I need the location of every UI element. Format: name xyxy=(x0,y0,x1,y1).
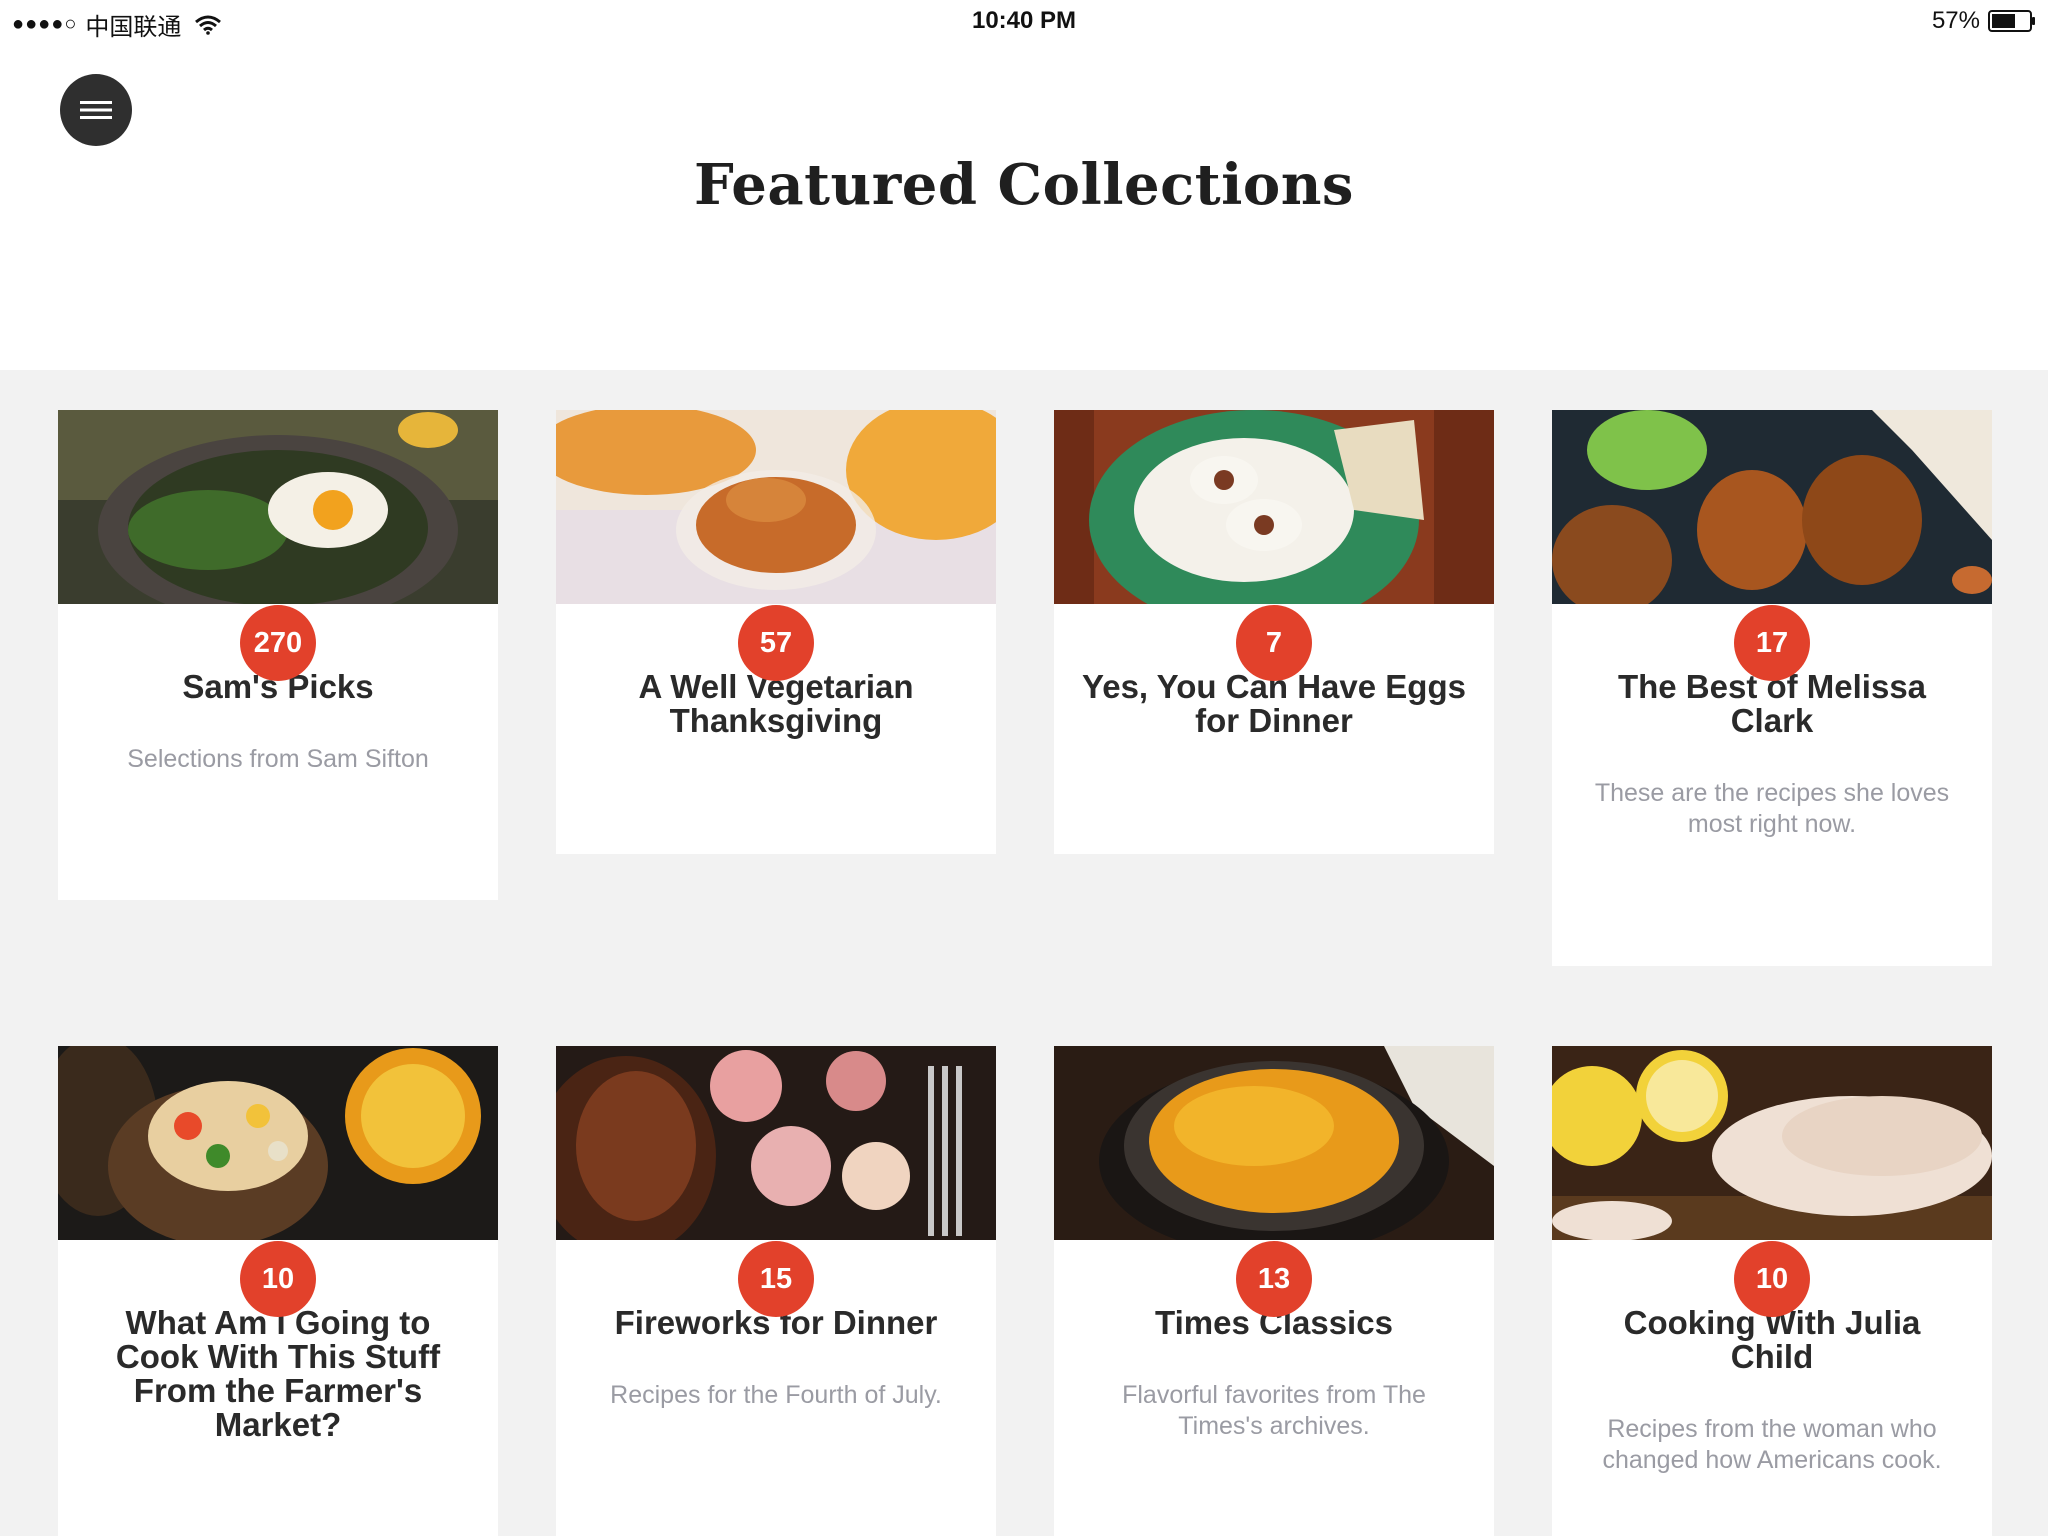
status-right: 57% xyxy=(1932,7,2036,35)
collection-card[interactable]: 15 Fireworks for Dinner Recipes for the … xyxy=(556,1046,996,1536)
hamburger-icon xyxy=(80,101,112,119)
collection-card[interactable]: 17 The Best of Melissa Clark These are t… xyxy=(1552,410,1992,966)
recipe-count-badge: 57 xyxy=(738,605,814,681)
menu-button[interactable] xyxy=(60,74,132,146)
recipe-count-badge: 10 xyxy=(1734,1241,1810,1317)
collection-card[interactable]: 10 Cooking With Julia Child Recipes from… xyxy=(1552,1046,1992,1536)
battery-percentage: 57% xyxy=(1931,7,1980,34)
collection-subtitle: Selections from Sam Sifton xyxy=(127,745,429,773)
collection-image xyxy=(1552,1046,1992,1240)
collection-image xyxy=(1552,410,1992,604)
collection-subtitle: Flavorful favorites from The Times's arc… xyxy=(1122,1381,1426,1440)
collection-card[interactable]: 7 Yes, You Can Have Eggs for Dinner xyxy=(1054,410,1494,854)
collection-card[interactable]: 13 Times Classics Flavorful favorites fr… xyxy=(1054,1046,1494,1536)
status-time: 10:40 PM xyxy=(971,7,1077,34)
collection-image xyxy=(556,1046,996,1240)
battery-icon xyxy=(1988,10,2035,32)
collection-title: What Am I Going to Cook With This Stuff … xyxy=(115,1304,441,1443)
recipe-count-badge: 270 xyxy=(240,605,316,681)
recipe-count-badge: 10 xyxy=(240,1241,316,1317)
recipe-count-badge: 13 xyxy=(1236,1241,1312,1317)
collection-image xyxy=(1054,410,1494,604)
collection-subtitle: These are the recipes she loves most rig… xyxy=(1594,779,1950,838)
collection-image xyxy=(58,1046,498,1240)
collection-card[interactable]: 57 A Well Vegetarian Thanksgiving xyxy=(556,410,996,854)
collections-grid: 270 Sam's Picks Selections from Sam Sift… xyxy=(0,370,2048,1536)
collection-image xyxy=(58,410,498,604)
recipe-count-badge: 15 xyxy=(738,1241,814,1317)
collection-subtitle: Recipes for the Fourth of July. xyxy=(610,1381,942,1409)
recipe-count-badge: 7 xyxy=(1236,605,1312,681)
collection-image xyxy=(1054,1046,1494,1240)
page-title: Featured Collections xyxy=(694,152,1354,218)
collection-image xyxy=(556,410,996,604)
collection-card[interactable]: 270 Sam's Picks Selections from Sam Sift… xyxy=(58,410,498,900)
collection-subtitle: Recipes from the woman who changed how A… xyxy=(1602,1415,1942,1474)
status-bar: ●●●●○ 中国联通 10:40 PM 57% xyxy=(0,0,2048,42)
collection-card[interactable]: 10 What Am I Going to Cook With This Stu… xyxy=(58,1046,498,1536)
recipe-count-badge: 17 xyxy=(1734,605,1810,681)
